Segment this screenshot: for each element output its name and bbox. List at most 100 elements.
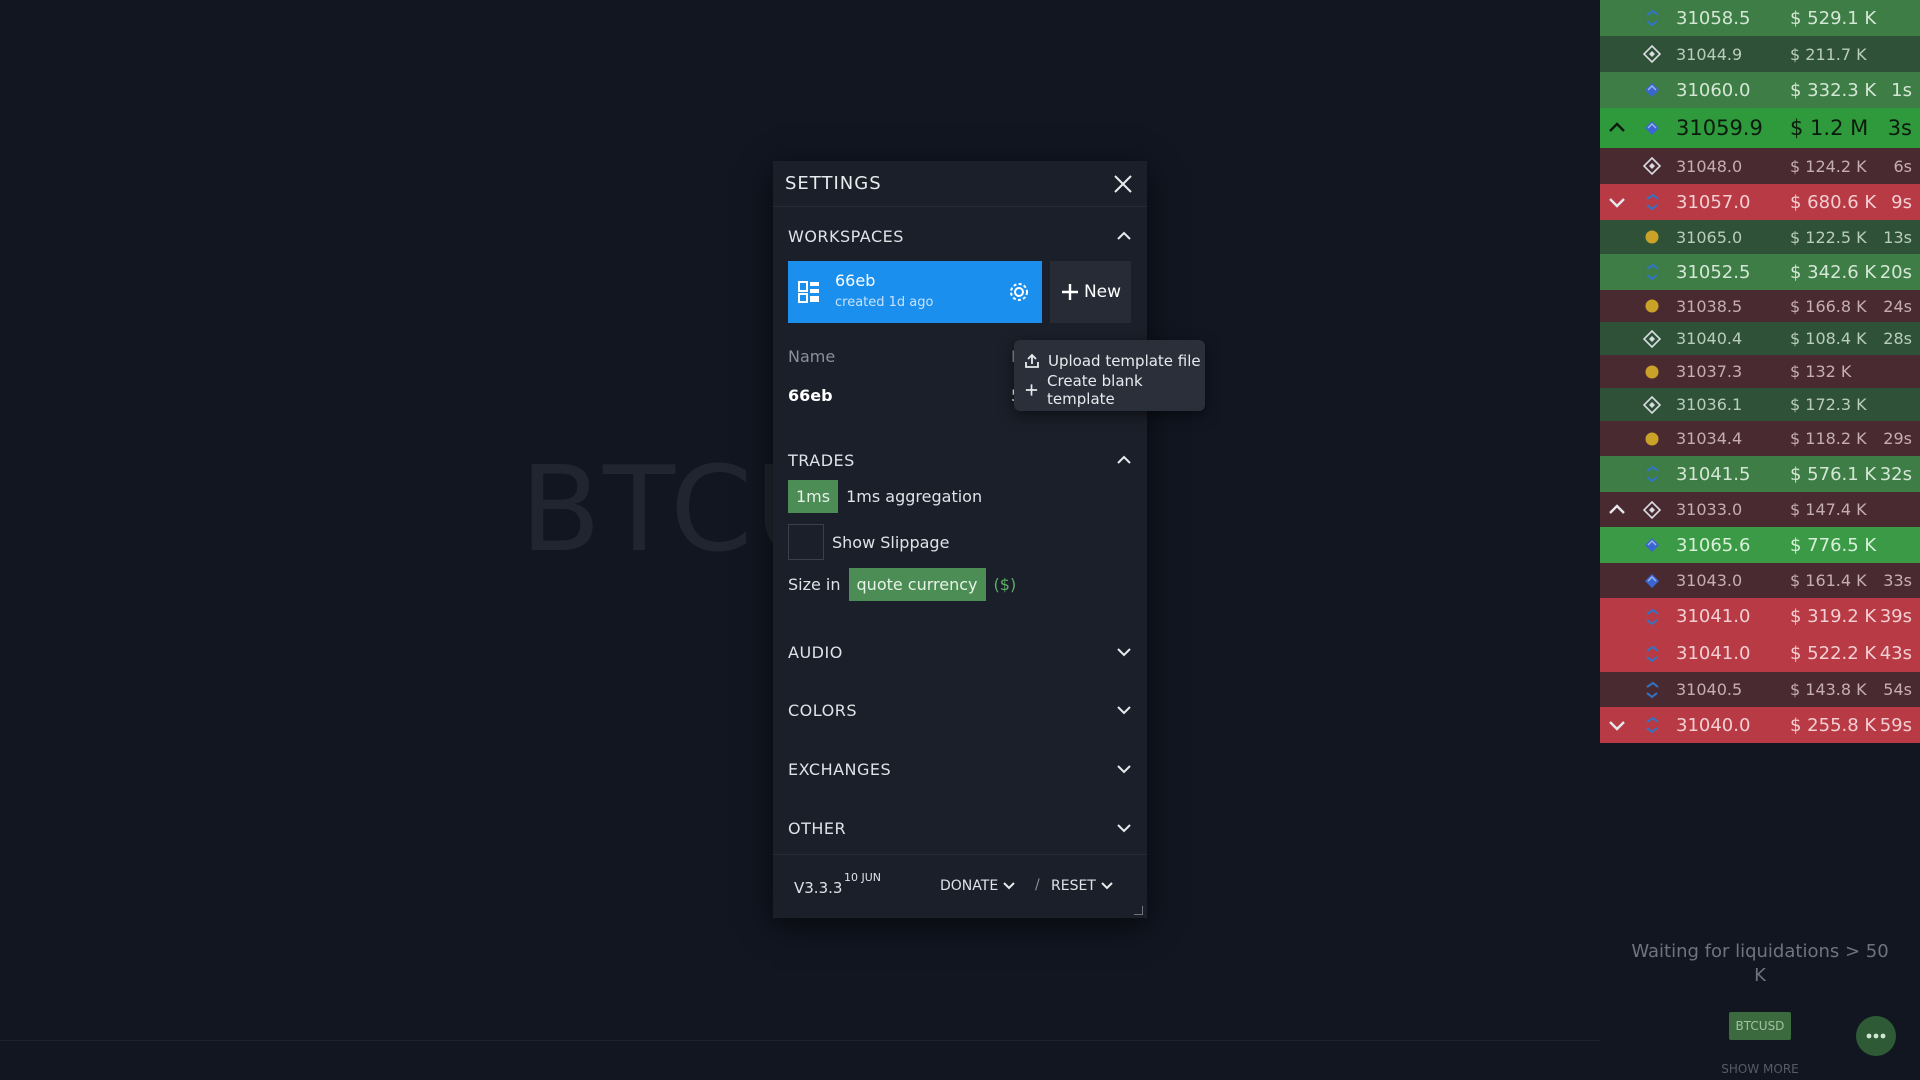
chevron-up-icon bbox=[1609, 503, 1625, 514]
binance-icon bbox=[1642, 156, 1662, 176]
trade-row: 31041.0 $ 522.2 K 43s bbox=[1600, 635, 1920, 672]
chevron-down-icon bbox=[1101, 882, 1113, 890]
binance-icon bbox=[1642, 329, 1662, 349]
chevron-down-icon bbox=[1117, 824, 1131, 833]
trade-price: 31043.0 bbox=[1676, 571, 1743, 590]
trade-price: 31041.0 bbox=[1676, 643, 1751, 664]
trade-price: 31041.0 bbox=[1676, 606, 1751, 627]
new-button-label: New bbox=[1083, 282, 1122, 302]
close-button[interactable] bbox=[1111, 172, 1135, 196]
trade-price: 31036.1 bbox=[1676, 395, 1743, 414]
settings-footer: V3.3.3 10 JUN DONATE / RESET bbox=[773, 854, 1147, 919]
trade-time: 20s bbox=[1879, 261, 1912, 283]
aggregation-pill[interactable]: 1ms bbox=[788, 480, 839, 513]
trade-amount: $ 172.3 K bbox=[1790, 395, 1867, 414]
trade-row: 31044.9 $ 211.7 K bbox=[1600, 36, 1920, 72]
resize-handle[interactable] bbox=[1134, 906, 1143, 915]
show-slippage-checkbox[interactable] bbox=[788, 524, 824, 560]
name-label: Name bbox=[788, 347, 836, 366]
workspaces-section-header[interactable]: WORKSPACES bbox=[788, 221, 1133, 251]
coinbase-icon bbox=[1642, 262, 1662, 282]
binance-icon bbox=[1642, 395, 1662, 415]
trades-title: TRADES bbox=[788, 450, 855, 470]
gear-icon[interactable] bbox=[1008, 281, 1030, 303]
colors-section-header[interactable]: COLORS bbox=[788, 695, 1133, 725]
trade-amount: $ 143.8 K bbox=[1790, 680, 1867, 699]
size-in-pill[interactable]: quote currency bbox=[848, 568, 986, 601]
binance-icon bbox=[1642, 44, 1662, 64]
trade-row: 31065.6 $ 776.5 K bbox=[1600, 527, 1920, 563]
upload-template-item[interactable]: Upload template file bbox=[1024, 347, 1201, 375]
version-date: 10 JUN bbox=[844, 871, 882, 884]
bottom-divider bbox=[0, 1040, 1600, 1041]
chevron-down-icon bbox=[1003, 882, 1015, 890]
trade-price: 31048.0 bbox=[1676, 156, 1743, 176]
kraken-icon bbox=[1642, 80, 1662, 100]
trade-time: 43s bbox=[1879, 643, 1912, 664]
binance-icon bbox=[1642, 500, 1662, 520]
trade-row: 31060.0 $ 332.3 K 1s bbox=[1600, 72, 1920, 108]
close-icon bbox=[1114, 174, 1132, 193]
trade-amount: $ 108.4 K bbox=[1790, 329, 1867, 348]
current-workspace-card[interactable]: 66eb created 1d ago bbox=[788, 261, 1042, 323]
exchanges-section-header[interactable]: EXCHANGES bbox=[788, 754, 1133, 784]
trade-row: 31034.4 $ 118.2 K 29s bbox=[1600, 421, 1920, 456]
trade-time: 32s bbox=[1879, 463, 1912, 485]
create-blank-template-item[interactable]: Create blank template bbox=[1024, 372, 1205, 408]
show-slippage-option: Show Slippage bbox=[788, 524, 949, 560]
audio-title: AUDIO bbox=[788, 642, 843, 662]
trade-price: 31060.0 bbox=[1676, 79, 1751, 101]
footer-separator: / bbox=[1035, 877, 1040, 893]
bitfinex-icon bbox=[1642, 227, 1662, 247]
trade-time: 9s bbox=[1891, 191, 1912, 213]
version-label: V3.3.3 bbox=[794, 879, 843, 897]
more-options-button[interactable] bbox=[1856, 1016, 1896, 1056]
trade-row: 31048.0 $ 124.2 K 6s bbox=[1600, 148, 1920, 184]
trade-row: 31065.0 $ 122.5 K 13s bbox=[1600, 220, 1920, 254]
show-more-link[interactable]: SHOW MORE bbox=[1700, 1062, 1820, 1076]
size-in-label: Size in bbox=[788, 575, 841, 594]
trade-amount: $ 122.5 K bbox=[1790, 227, 1867, 247]
trades-section-header[interactable]: TRADES bbox=[788, 445, 1133, 475]
trade-amount: $ 255.8 K bbox=[1790, 714, 1877, 736]
trade-row: 31040.4 $ 108.4 K 28s bbox=[1600, 322, 1920, 355]
trade-price: 31040.5 bbox=[1676, 680, 1743, 699]
chevron-up-icon bbox=[1609, 122, 1625, 132]
chevron-down-icon bbox=[1117, 706, 1131, 715]
trade-amount: $ 1.2 M bbox=[1790, 116, 1869, 140]
trade-amount: $ 576.1 K bbox=[1790, 463, 1877, 485]
reset-label: RESET bbox=[1051, 878, 1096, 894]
donate-button[interactable]: DONATE bbox=[940, 878, 1016, 894]
donate-label: DONATE bbox=[940, 878, 999, 894]
settings-dialog: SETTINGS WORKSPACES 66eb created 1d ago … bbox=[773, 161, 1147, 918]
chevron-up-icon bbox=[1117, 231, 1131, 240]
trade-time: 28s bbox=[1883, 329, 1912, 348]
reset-button[interactable]: RESET bbox=[1051, 878, 1114, 894]
other-section-header[interactable]: OTHER bbox=[788, 813, 1133, 843]
trade-time: 1s bbox=[1891, 79, 1912, 101]
chevron-down-icon bbox=[1609, 721, 1625, 731]
trade-row: 31036.1 $ 172.3 K bbox=[1600, 388, 1920, 421]
trade-time: 3s bbox=[1887, 116, 1912, 140]
trade-price: 31065.0 bbox=[1676, 227, 1743, 247]
coinbase-icon bbox=[1642, 192, 1662, 212]
trade-amount: $ 161.4 K bbox=[1790, 571, 1867, 590]
trade-amount: $ 680.6 K bbox=[1790, 191, 1877, 213]
trade-time: 29s bbox=[1883, 429, 1912, 448]
trade-price: 31058.5 bbox=[1676, 7, 1751, 29]
new-workspace-button[interactable]: New bbox=[1050, 261, 1131, 323]
pair-badge[interactable]: BTCUSD bbox=[1729, 1012, 1791, 1040]
chevron-down-icon bbox=[1117, 765, 1131, 774]
trade-price: 31040.4 bbox=[1676, 329, 1743, 348]
coinbase-icon bbox=[1642, 607, 1662, 627]
more-dots-icon bbox=[1866, 1033, 1886, 1039]
trade-price: 31057.0 bbox=[1676, 191, 1751, 213]
trade-row: 31041.5 $ 576.1 K 32s bbox=[1600, 456, 1920, 492]
audio-section-header[interactable]: AUDIO bbox=[788, 637, 1133, 667]
bitfinex-icon bbox=[1642, 362, 1662, 382]
coinbase-icon bbox=[1642, 8, 1662, 28]
trade-amount: $ 118.2 K bbox=[1790, 429, 1867, 448]
trade-row: 31052.5 $ 342.6 K 20s bbox=[1600, 254, 1920, 290]
trade-time: 24s bbox=[1883, 296, 1912, 316]
trade-amount: $ 319.2 K bbox=[1790, 606, 1877, 627]
